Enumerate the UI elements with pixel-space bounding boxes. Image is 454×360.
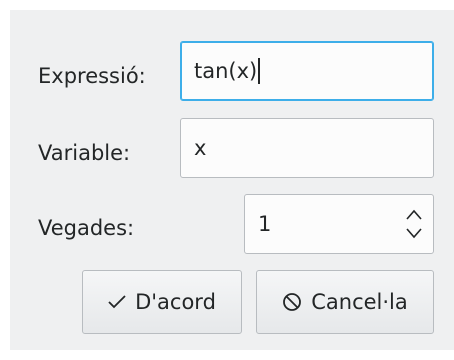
expression-label: Expressió: — [38, 64, 146, 88]
cancel-circle-icon — [283, 293, 302, 311]
cancel-button-label: Cancel·la — [311, 290, 408, 314]
spin-up-down-icon[interactable] — [405, 207, 423, 241]
variable-input[interactable]: x — [180, 118, 434, 178]
times-spinbox[interactable]: 1 — [244, 194, 434, 254]
expression-input[interactable]: tan(x) — [180, 41, 434, 101]
dialog-body: Expressió: tan(x) Variable: x Vegades: 1… — [10, 10, 454, 350]
cancel-button[interactable]: Cancel·la — [256, 270, 434, 334]
ok-button[interactable]: D'acord — [82, 270, 242, 334]
times-spinbox-value: 1 — [258, 212, 272, 236]
variable-input-value: x — [194, 136, 207, 160]
expression-input-value: tan(x) — [194, 59, 258, 83]
ok-button-label: D'acord — [135, 290, 216, 314]
check-icon — [108, 295, 126, 309]
variable-label: Variable: — [38, 141, 131, 165]
text-caret — [258, 58, 261, 84]
times-label: Vegades: — [38, 216, 135, 240]
